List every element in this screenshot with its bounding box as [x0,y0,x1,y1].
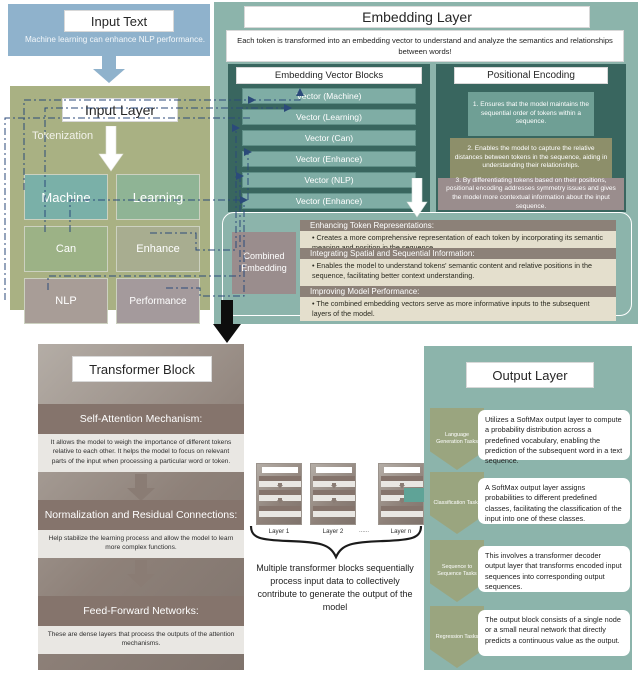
transformer-section-body-2: These are dense layers that process the … [38,626,244,654]
token-machine[interactable]: Machine [24,174,108,220]
combined-section-heading-0: Enhancing Token Representations: [300,220,616,231]
input-layer-panel: Input Layer Tokenization Machine Learning… [10,86,210,324]
tokenization-down-arrow [98,126,124,172]
transformer-flow-arrow-0 [127,474,155,501]
transformer-block-panel: Transformer Block Self-Attention Mechani… [38,344,244,670]
output-task-card-1: A SoftMax output layer assigns probabili… [478,478,630,524]
output-task-card-0: Utilizes a SoftMax output layer to compu… [478,410,630,465]
combined-embedding-chip: Combined Embedding [232,232,296,294]
token-nlp[interactable]: NLP [24,278,108,324]
vector-block-0[interactable]: Vector (Machine) [242,88,416,104]
transformer-flow-arrow-1 [127,560,155,587]
token-performance[interactable]: Performance [116,278,200,324]
input-layer-title: Input Layer [62,98,178,122]
transformer-section-heading-0: Self-Attention Mechanism: [38,404,244,434]
positional-encoding-panel: Positional Encoding 1. Ensures that the … [436,64,626,212]
token-learning[interactable]: Learning [116,174,200,220]
multi-layer-caption: Multiple transformer blocks sequentially… [256,563,414,613]
embedding-vector-blocks-title: Embedding Vector Blocks [236,67,422,84]
embedding-layer-caption: Each token is transformed into an embedd… [226,30,624,62]
transformer-section-heading-1: Normalization and Residual Connections: [38,500,244,530]
transformer-section-heading-2: Feed-Forward Networks: [38,596,244,626]
brace-icon [249,525,423,560]
positional-encoding-item-0: 1. Ensures that the model maintains the … [468,92,594,136]
input-text-title: Input Text [64,10,174,32]
positional-encoding-title: Positional Encoding [454,67,608,84]
input-text-body: Machine learning can enhance NLP perform… [24,35,206,44]
output-task-card-3: The output block consists of a single no… [478,610,630,656]
input-text-down-arrow [93,56,125,83]
token-can[interactable]: Can [24,226,108,272]
combined-section-heading-2: Improving Model Performance: [300,286,616,297]
mini-transformer-block-1 [310,463,356,525]
output-layer-title: Output Layer [466,362,594,388]
vector-block-2[interactable]: Vector (Can) [242,130,416,146]
output-task-card-2: This involves a transformer decoder outp… [478,546,630,592]
token-enhance[interactable]: Enhance [116,226,200,272]
vector-block-4[interactable]: Vector (NLP) [242,172,416,188]
vector-block-3[interactable]: Vector (Enhance) [242,151,416,167]
input-text-panel: Input Text Machine learning can enhance … [8,4,210,56]
transformer-block-title: Transformer Block [72,356,212,382]
vector-block-5[interactable]: Vector (Enhance) [242,193,416,209]
embedding-layer-title: Embedding Layer [244,6,590,28]
transformer-section-body-1: Help stabilize the learning process and … [38,530,244,558]
tokenization-label: Tokenization [32,130,94,142]
combined-section-heading-1: Integrating Spatial and Sequential Infor… [300,248,616,259]
mini-transformer-block-0 [256,463,302,525]
vector-block-1[interactable]: Vector (Learning) [242,109,416,125]
to-transformer-block-arrow [213,300,241,343]
embedding-vector-blocks-panel: Embedding Vector Blocks Vector (Machine)… [228,64,430,212]
combined-section-bullet-2: • The combined embedding vectors serve a… [300,297,616,321]
positional-encoding-item-1: 2. Enables the model to capture the rela… [450,138,612,178]
positional-encoding-item-2: 3. By differentiating tokens based on th… [438,177,624,210]
transformer-section-body-0: It allows the model to weigh the importa… [38,434,244,472]
